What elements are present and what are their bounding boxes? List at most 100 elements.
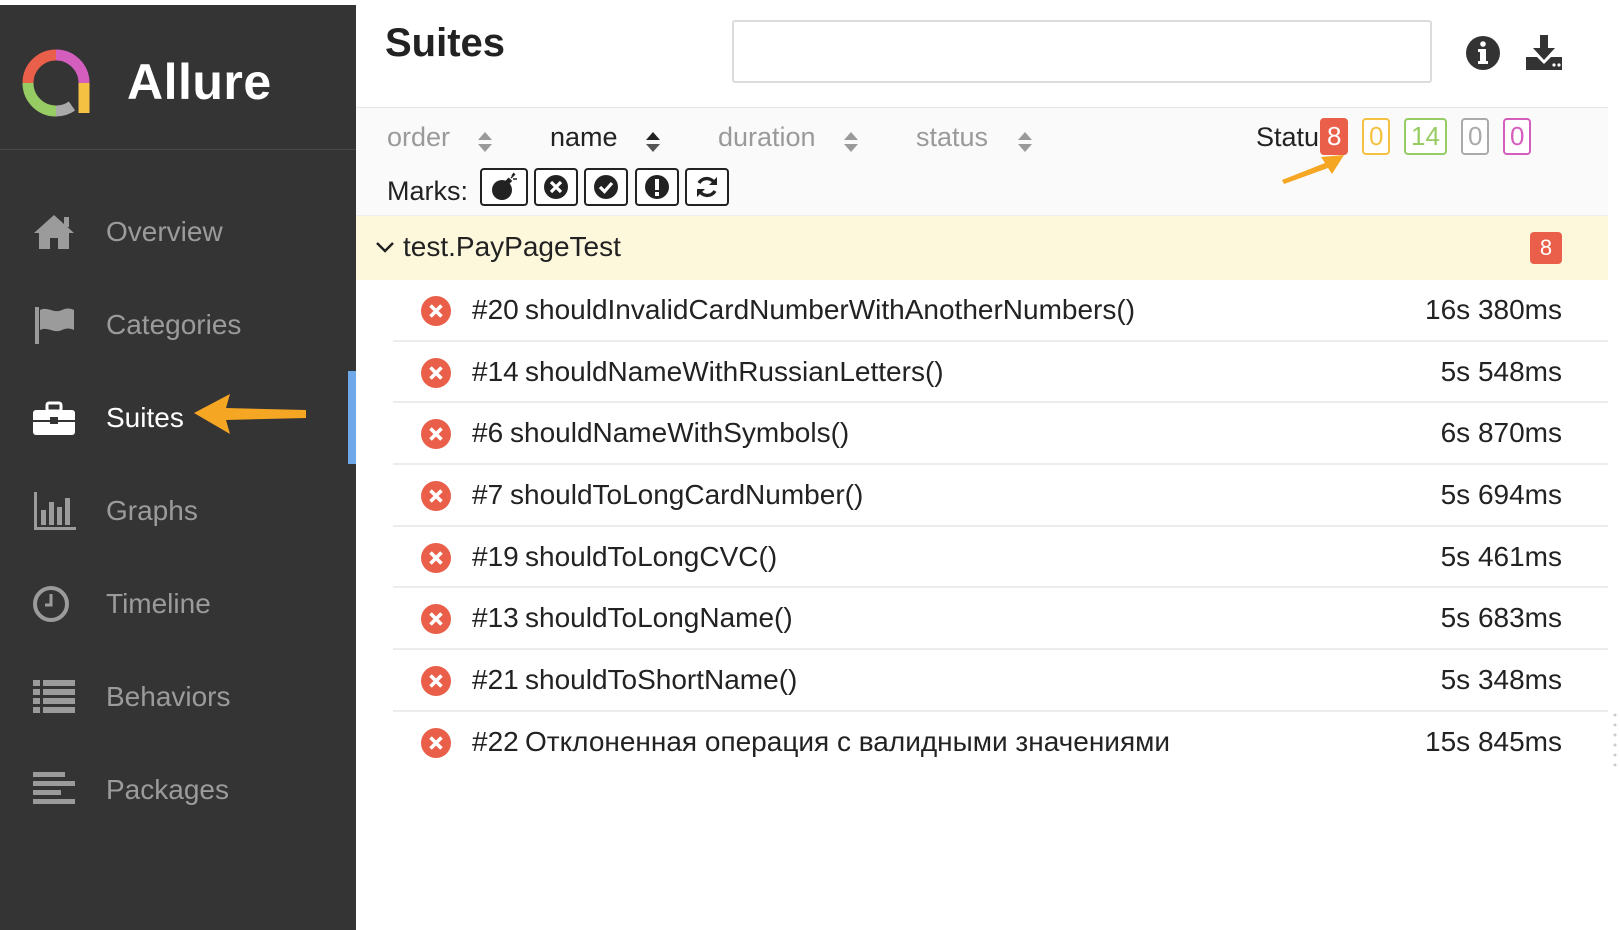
failed-status-icon — [421, 666, 451, 697]
sidebar-item-label: Packages — [106, 774, 229, 805]
test-order: #14 — [472, 355, 519, 387]
sort-status[interactable]: status — [916, 122, 988, 153]
test-list: #20 shouldInvalidCardNumberWithAnotherNu… — [393, 280, 1608, 774]
test-row[interactable]: #21 shouldToShortName() 5s 348ms — [393, 650, 1608, 712]
status-skipped-badge[interactable]: 0 — [1461, 118, 1490, 155]
test-order: #7 — [472, 479, 504, 511]
sidebar-item-behaviors[interactable]: Behaviors — [0, 650, 356, 743]
failed-status-icon — [421, 296, 451, 326]
page-header: Suites — [356, 5, 1608, 108]
test-order: #19 — [472, 540, 519, 572]
exclamation-circle-icon — [645, 175, 669, 199]
sidebar-item-timeline[interactable]: Timeline — [0, 557, 356, 650]
sidebar-item-graphs[interactable]: Graphs — [0, 464, 356, 557]
test-order: #6 — [472, 417, 504, 449]
marks-label: Marks: — [387, 176, 468, 206]
sidebar-item-label: Overview — [106, 216, 223, 247]
failed-status-icon — [421, 481, 451, 512]
resize-handle-icon[interactable] — [1610, 710, 1620, 770]
sort-icon[interactable] — [476, 130, 494, 154]
test-order: #13 — [472, 602, 519, 634]
search-input[interactable] — [732, 20, 1432, 83]
test-row[interactable]: #19 shouldToLongCVC() 5s 461ms — [393, 527, 1608, 589]
test-name: shouldNameWithSymbols() — [510, 417, 850, 449]
test-row[interactable]: #20 shouldInvalidCardNumberWithAnotherNu… — [393, 280, 1608, 342]
toolbar: order name duration status Status: 8 0 1… — [356, 108, 1608, 216]
list-icon — [33, 680, 75, 713]
bar-chart-icon — [34, 492, 76, 530]
bomb-icon — [492, 172, 517, 200]
sidebar-item-categories[interactable]: Categories — [0, 278, 356, 371]
flag-icon — [35, 307, 74, 344]
test-name: shouldToLongName() — [525, 602, 793, 634]
main-panel: Suites order name duration status Status… — [356, 5, 1608, 930]
sidebar-item-suites[interactable]: Suites — [0, 371, 356, 464]
failed-status-icon — [421, 357, 451, 388]
sort-icon[interactable] — [644, 130, 662, 154]
chevron-down-icon[interactable] — [374, 236, 396, 258]
suite-failed-count-badge: 8 — [1530, 232, 1562, 264]
failed-status-icon — [421, 727, 451, 758]
download-icon[interactable] — [1524, 33, 1564, 73]
sidebar-item-packages[interactable]: Packages — [0, 743, 356, 836]
status-unknown-badge[interactable]: 0 — [1503, 118, 1532, 155]
status-broken-badge[interactable]: 0 — [1362, 118, 1391, 155]
check-circle-icon — [594, 175, 618, 199]
sidebar: Allure Overview Categories Suites Graphs… — [0, 5, 356, 930]
sort-order[interactable]: order — [387, 122, 450, 153]
info-icon[interactable] — [1463, 33, 1503, 73]
home-icon — [34, 215, 74, 249]
mark-retries-button[interactable] — [685, 168, 729, 206]
sidebar-item-overview[interactable]: Overview — [0, 185, 356, 278]
test-row[interactable]: #7 shouldToLongCardNumber() 5s 694ms — [393, 465, 1608, 527]
sort-icon[interactable] — [842, 130, 860, 154]
test-name: shouldNameWithRussianLetters() — [525, 355, 944, 387]
test-name: shouldInvalidCardNumberWithAnotherNumber… — [525, 294, 1136, 325]
test-duration: 5s 548ms — [1440, 355, 1562, 387]
mark-flaky-button[interactable] — [480, 168, 528, 206]
test-row[interactable]: #6 shouldNameWithSymbols() 6s 870ms — [393, 403, 1608, 466]
failed-status-icon — [421, 604, 451, 635]
test-name: shouldToShortName() — [525, 664, 798, 696]
suite-group-row[interactable]: test.PayPageTest 8 — [356, 216, 1608, 280]
page-title: Suites — [385, 21, 506, 65]
test-duration: 5s 683ms — [1440, 602, 1562, 634]
sidebar-item-label: Suites — [106, 402, 184, 433]
test-order: #21 — [472, 664, 519, 696]
failed-status-icon — [421, 542, 451, 573]
test-duration: 5s 348ms — [1440, 664, 1562, 696]
mark-failed-button[interactable] — [534, 168, 578, 206]
briefcase-icon — [33, 401, 75, 435]
test-duration: 5s 694ms — [1440, 479, 1562, 511]
status-passed-badge[interactable]: 14 — [1404, 118, 1447, 155]
test-row[interactable]: #13 shouldToLongName() 5s 683ms — [393, 588, 1608, 651]
times-circle-icon — [544, 175, 568, 199]
sidebar-item-label: Behaviors — [106, 681, 231, 712]
sort-duration[interactable]: duration — [718, 122, 816, 153]
test-row[interactable]: #14 shouldNameWithRussianLetters() 5s 54… — [393, 342, 1608, 404]
test-duration: 15s 845ms — [1425, 725, 1562, 757]
status-failed-badge[interactable]: 8 — [1320, 118, 1349, 155]
test-order: #20 — [472, 294, 519, 325]
sort-name[interactable]: name — [550, 122, 618, 153]
sidebar-item-label: Graphs — [106, 495, 198, 526]
mark-passed-button[interactable] — [584, 168, 628, 206]
sort-icon[interactable] — [1016, 130, 1034, 154]
failed-status-icon — [421, 419, 451, 450]
test-duration: 6s 870ms — [1440, 417, 1562, 449]
clock-icon — [33, 586, 69, 622]
sidebar-item-label: Timeline — [106, 588, 211, 619]
allure-logo-icon — [22, 49, 90, 117]
brand[interactable]: Allure — [0, 5, 356, 150]
active-indicator — [348, 371, 356, 464]
align-left-icon — [33, 772, 75, 804]
suite-name: test.PayPageTest — [403, 231, 621, 262]
app-name: Allure — [127, 54, 272, 110]
test-name: shouldToLongCardNumber() — [510, 479, 864, 511]
refresh-icon — [697, 176, 717, 198]
test-name: shouldToLongCVC() — [525, 540, 778, 572]
test-order: #22 — [472, 725, 519, 757]
test-row[interactable]: #22 Отклоненная операция с валидными зна… — [393, 712, 1608, 774]
mark-known-button[interactable] — [635, 168, 679, 206]
test-name: Отклоненная операция с валидными значени… — [525, 725, 1170, 757]
